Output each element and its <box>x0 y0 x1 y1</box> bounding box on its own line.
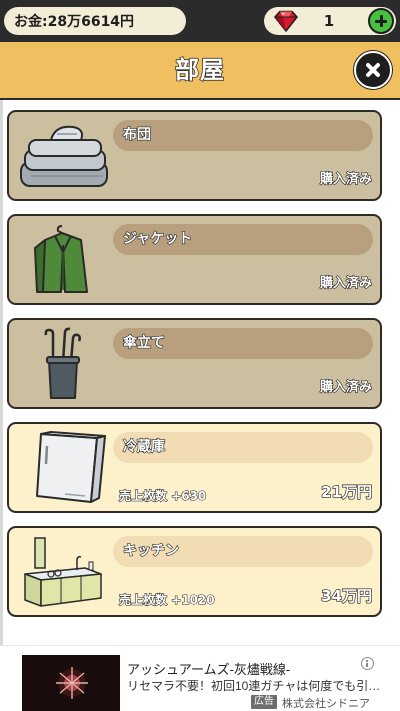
item-name: 傘立て <box>113 328 373 359</box>
futon-icon <box>20 125 108 187</box>
ruby-gem-icon <box>274 10 298 32</box>
room-item-kitchen[interactable]: キッチン 売上枚数 +1020 34万円 <box>7 526 382 617</box>
kitchen-icon <box>24 537 102 607</box>
purchased-label: 購入済み <box>319 171 372 187</box>
purchased-label: 購入済み <box>319 379 372 395</box>
title-bar: 部屋 <box>0 42 400 100</box>
ad-description[interactable]: リセマラ不要！初回10連ガチャは何度でも引き直し可能 <box>127 677 390 694</box>
sales-bonus: 売上枚数 +1020 <box>118 592 215 607</box>
ad-advertiser: 株式会社シドニア <box>282 698 370 710</box>
ad-badge: 広告 <box>251 695 277 709</box>
room-item-futon[interactable]: 布団 購入済み <box>7 110 382 201</box>
page-title: 部屋 <box>174 55 225 84</box>
info-icon[interactable] <box>361 657 374 670</box>
add-gem-button[interactable] <box>368 8 394 34</box>
room-item-list[interactable]: 布団 購入済み ジャケット 購入済み 傘立て 購入済み 冷蔵庫 売上枚数 +63… <box>0 100 400 645</box>
ad-image[interactable] <box>22 655 120 711</box>
money-text: お金:28万6614円 <box>14 14 135 30</box>
item-name: 冷蔵庫 <box>113 432 373 463</box>
gem-display: 1 <box>264 7 396 35</box>
scroll-edge <box>0 100 3 645</box>
ad-title[interactable]: アッシュアームズ-灰燼戦線- <box>127 659 357 678</box>
purchased-label: 購入済み <box>319 275 372 291</box>
sales-bonus: 売上枚数 +630 <box>118 488 207 503</box>
ad-banner[interactable]: アッシュアームズ-灰燼戦線- リセマラ不要！初回10連ガチャは何度でも引き直し可… <box>0 645 400 711</box>
umbrella-stand-icon <box>44 327 82 399</box>
gem-count: 1 <box>323 12 335 30</box>
room-item-jacket[interactable]: ジャケット 購入済み <box>7 214 382 305</box>
item-price: 21万円 <box>320 482 372 501</box>
item-name: キッチン <box>113 536 373 567</box>
money-display: お金:28万6614円 <box>4 7 186 35</box>
jacket-icon <box>34 225 88 293</box>
room-item-refrigerator[interactable]: 冷蔵庫 売上枚数 +630 21万円 <box>7 422 382 513</box>
item-name: ジャケット <box>113 224 373 255</box>
ad-artwork <box>22 655 120 711</box>
item-price: 34万円 <box>320 586 372 605</box>
status-bar: お金:28万6614円 1 <box>0 0 400 42</box>
room-item-umbrella-stand[interactable]: 傘立て 購入済み <box>7 318 382 409</box>
item-name: 布団 <box>113 120 373 151</box>
refrigerator-icon <box>36 431 106 503</box>
close-button[interactable] <box>354 51 392 89</box>
